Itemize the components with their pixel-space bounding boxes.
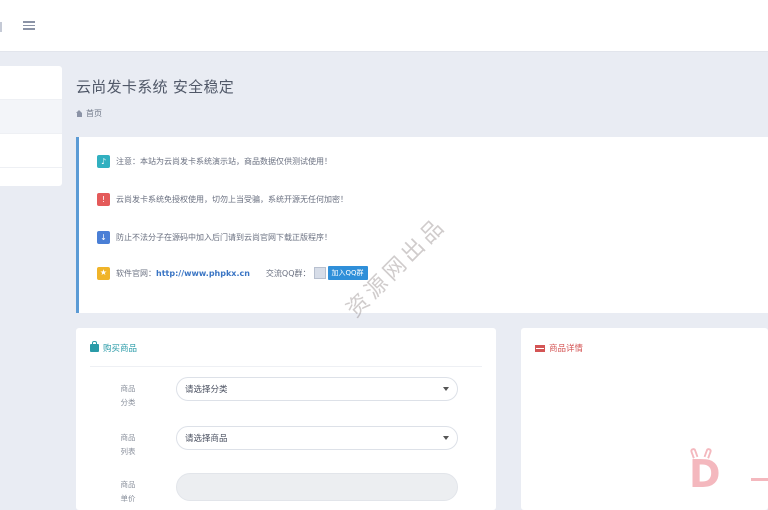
- buy-panel: 购买商品 商品分类 请选择分类 商品列表 请选择商品 商品单价: [76, 328, 496, 510]
- category-select[interactable]: 请选择分类: [176, 377, 458, 401]
- home-icon: [76, 110, 83, 117]
- flag-icon: [535, 344, 545, 352]
- price-field: [176, 473, 458, 501]
- download-icon: ↓: [97, 231, 110, 244]
- qq-group: 交流QQ群： 加入QQ群: [266, 266, 368, 280]
- detail-panel-header: 商品详情: [535, 342, 583, 354]
- breadcrumb: 首页: [76, 108, 102, 119]
- detail-panel: 商品详情 D: [521, 328, 768, 510]
- breadcrumb-home[interactable]: 首页: [86, 108, 102, 119]
- alert-icon: !: [97, 193, 110, 206]
- website-label: 软件官网：: [116, 268, 156, 278]
- buy-panel-header: 购买商品: [90, 341, 138, 354]
- page-header: 云尚发卡系统 安全稳定: [76, 76, 234, 97]
- logo-mark: [751, 478, 768, 481]
- sidebar-item[interactable]: [0, 134, 62, 168]
- top-navbar: [0, 0, 768, 52]
- notice-text: 防止不法分子在源码中加入后门请到云尚官网下载正版程序！: [116, 233, 332, 242]
- detail-panel-title: 商品详情: [549, 344, 584, 354]
- caret-down-icon: [443, 436, 449, 440]
- price-label: 商品单价: [120, 480, 136, 503]
- category-label: 商品分类: [120, 384, 136, 407]
- notice-row: ♪ 注意：本站为云尚发卡系统演示站，商品数据仅供测试使用！: [97, 155, 332, 168]
- sidebar: [0, 66, 62, 186]
- mascot-logo: D: [689, 447, 725, 494]
- qq-avatar-icon: [313, 267, 326, 279]
- divider: [90, 366, 482, 367]
- logo-edge: [0, 22, 2, 32]
- shopping-bag-icon: [90, 341, 99, 352]
- buy-panel-title: 购买商品: [103, 344, 138, 354]
- notice-row: ★ 软件官网： http://www.phpkx.cn 交流QQ群： 加入QQ群: [97, 266, 368, 280]
- qq-group-label: 交流QQ群：: [265, 268, 311, 278]
- bell-icon: ♪: [97, 155, 110, 168]
- notice-row: ! 云尚发卡系统免授权使用，切勿上当受骗，系统开源无任何加密！: [97, 193, 348, 206]
- product-label: 商品列表: [120, 433, 136, 456]
- notice-row: ↓ 防止不法分子在源码中加入后门请到云尚官网下载正版程序！: [97, 231, 332, 244]
- notice-text: 注意：本站为云尚发卡系统演示站，商品数据仅供测试使用！: [116, 157, 332, 166]
- caret-down-icon: [443, 387, 449, 391]
- sidebar-item[interactable]: [0, 66, 62, 100]
- sidebar-item-active[interactable]: [0, 100, 62, 134]
- product-select[interactable]: 请选择商品: [176, 426, 458, 450]
- menu-icon[interactable]: [23, 19, 39, 33]
- category-select-value: 请选择分类: [185, 385, 228, 395]
- star-icon: ★: [97, 266, 110, 280]
- product-select-value: 请选择商品: [185, 434, 228, 444]
- website-link[interactable]: http://www.phpkx.cn: [156, 269, 250, 278]
- notice-text: 云尚发卡系统免授权使用，切勿上当受骗，系统开源无任何加密！: [116, 195, 348, 204]
- page-title: 云尚发卡系统 安全稳定: [76, 78, 235, 96]
